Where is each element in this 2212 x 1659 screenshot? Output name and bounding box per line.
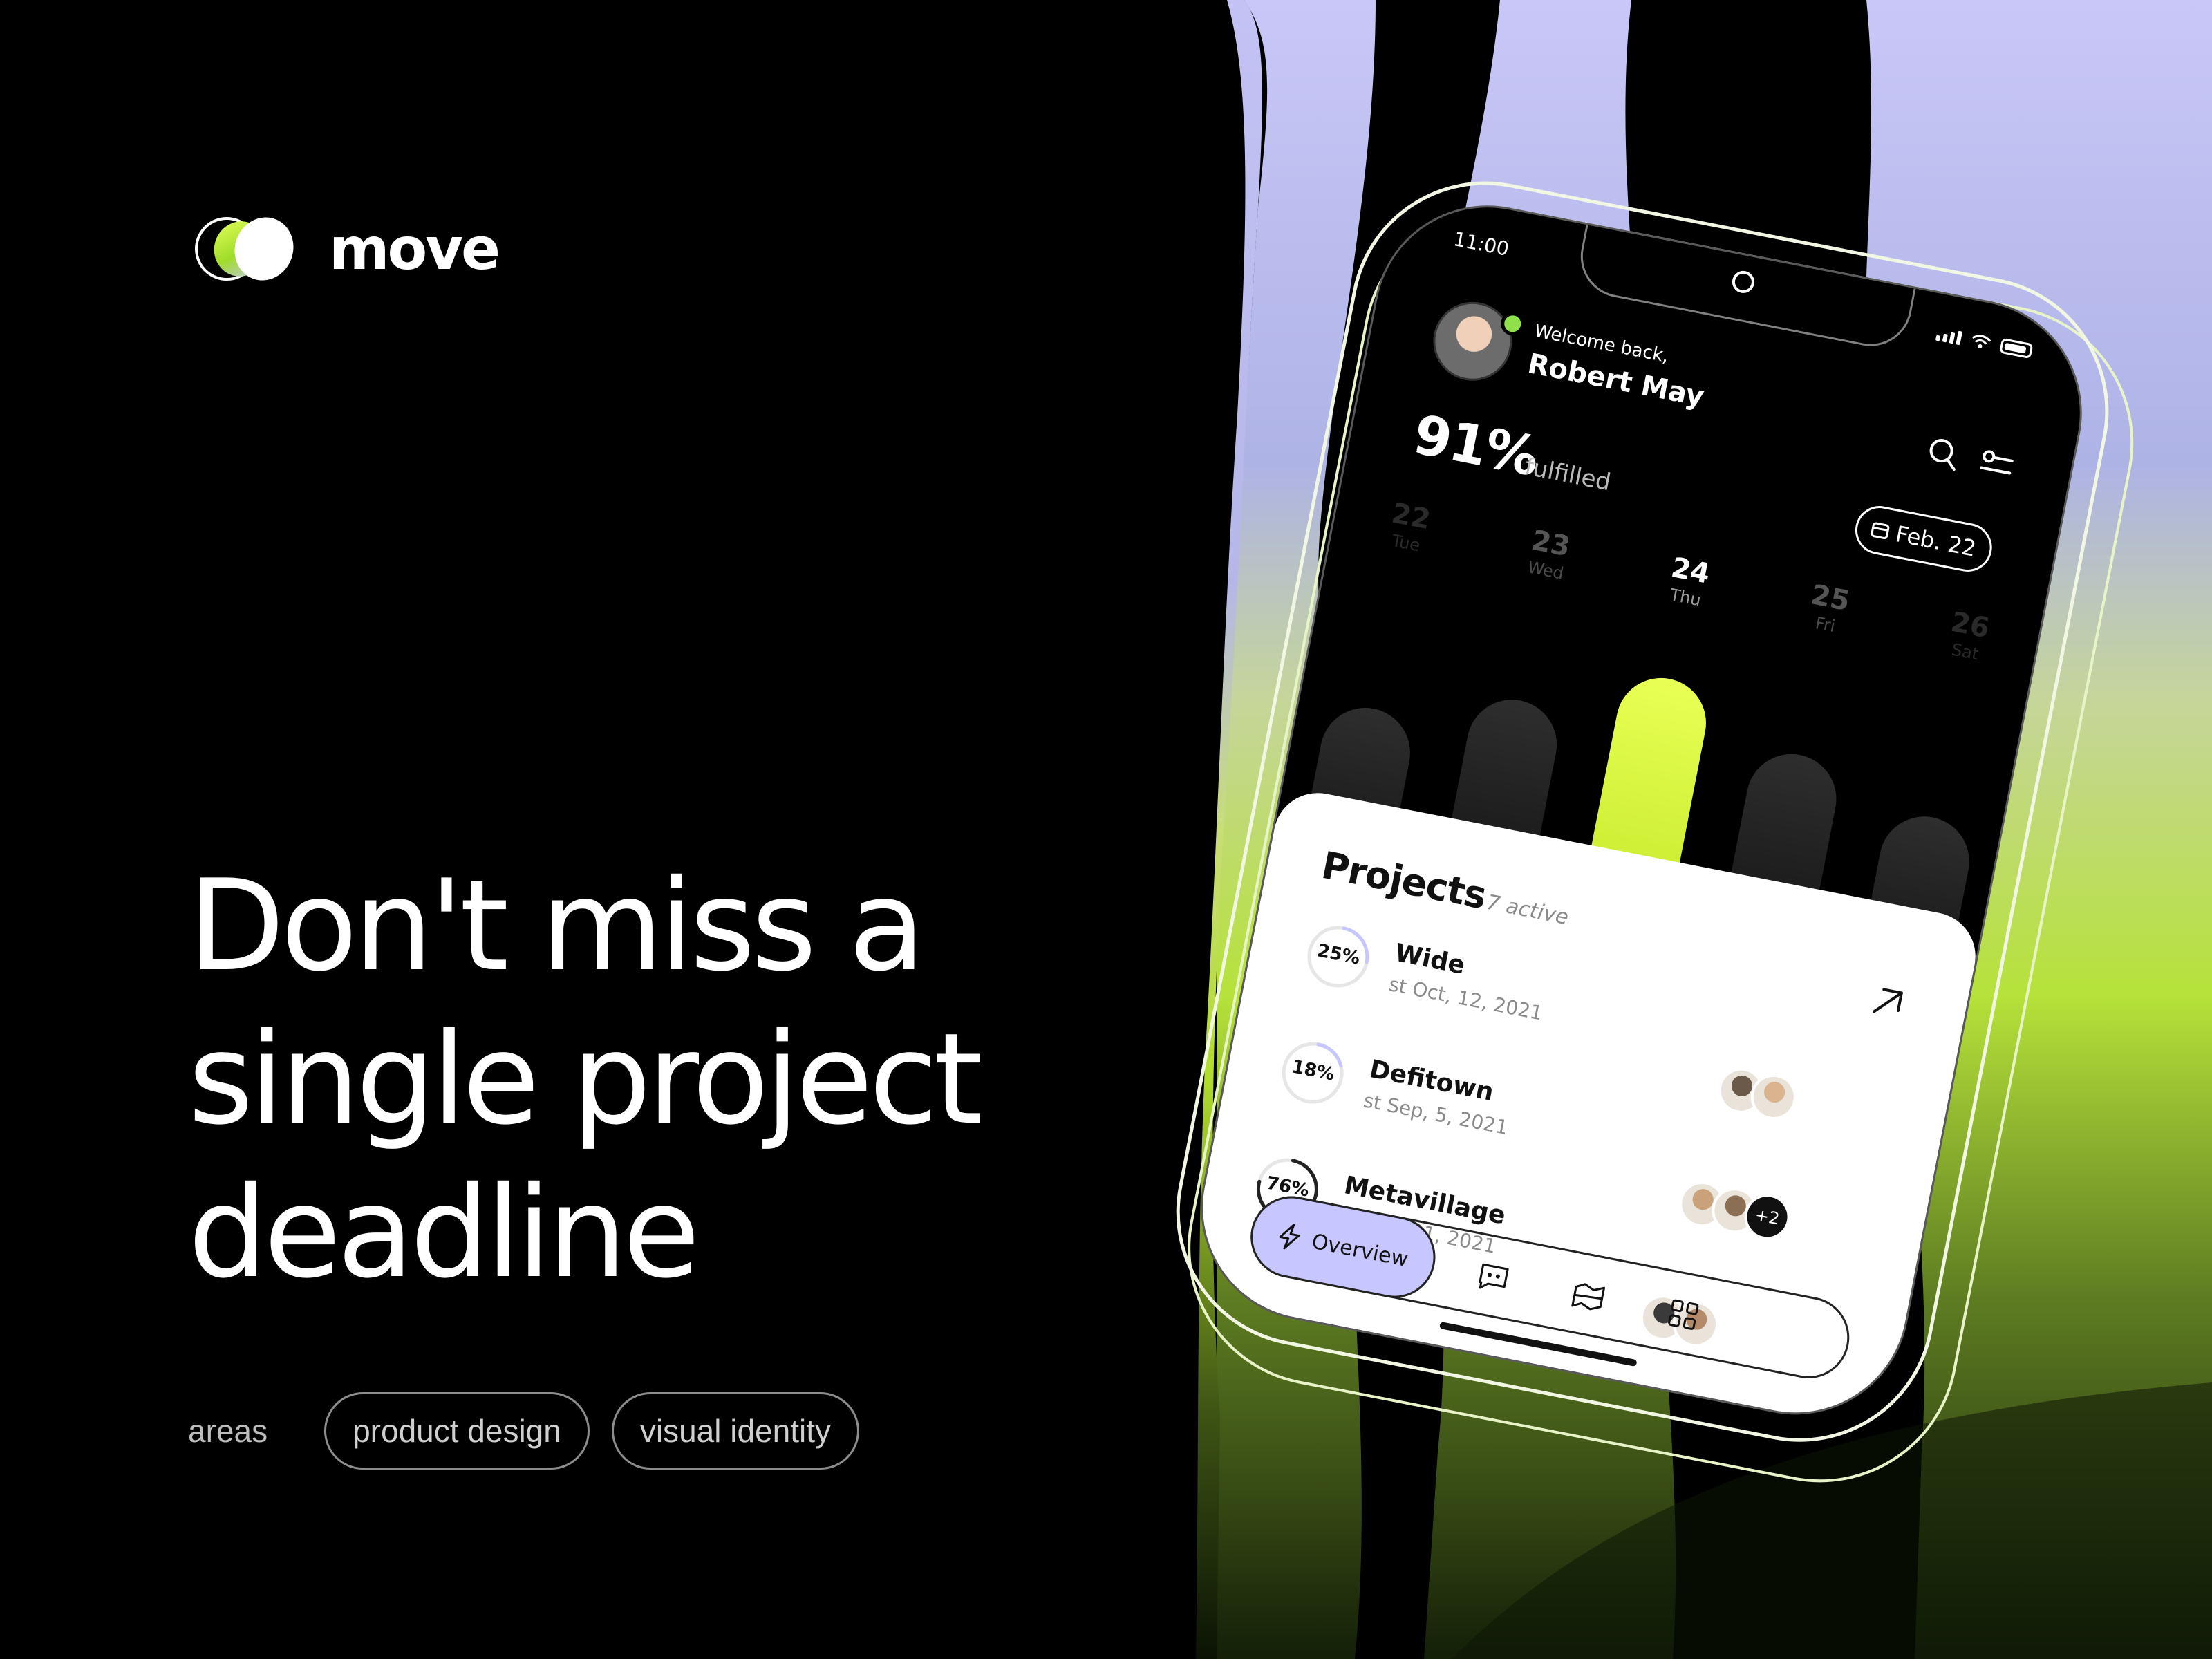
calendar-icon [1871, 522, 1890, 540]
logo-mark-icon [195, 217, 294, 281]
search-icon[interactable] [1922, 432, 1965, 476]
day-item[interactable]: 25 Fri [1770, 572, 1886, 644]
day-item[interactable]: 23 Wed [1491, 518, 1607, 590]
day-item[interactable]: 22 Tue [1351, 491, 1468, 563]
chat-icon[interactable] [1474, 1258, 1512, 1297]
wifi-icon [1971, 335, 1991, 348]
brand-name: move [329, 215, 500, 283]
date-pill-label: Feb. 22 [1893, 521, 1978, 562]
arrow-up-right-icon[interactable] [1869, 984, 1906, 1021]
battery-icon [1999, 337, 2034, 359]
brand-logo[interactable]: move [188, 212, 500, 286]
project-name: Wide [1392, 939, 1468, 980]
page: move Don't miss a single project deadlin… [0, 0, 2212, 1659]
map-icon[interactable] [1569, 1277, 1608, 1315]
projects-title: Projects [1318, 843, 1490, 918]
grid-icon[interactable] [1664, 1295, 1703, 1334]
tab-overview-label: Overview [1309, 1229, 1411, 1272]
day-item[interactable]: 26 Sat [1910, 599, 2026, 671]
projects-count: 7 active [1484, 890, 1571, 930]
signal-icon [1935, 326, 1963, 346]
camera-icon [1730, 269, 1756, 295]
day-item[interactable]: 24 Thu [1631, 545, 1747, 617]
headline-line-1: Don't miss a [188, 852, 926, 999]
fulfilled-label: fulfilled [1522, 452, 1613, 497]
user-avatar[interactable] [1426, 294, 1519, 388]
bolt-icon [1279, 1224, 1300, 1250]
date-picker-button[interactable]: Feb. 22 [1850, 502, 1996, 576]
tag-visual-identity[interactable]: visual identity [611, 1392, 859, 1470]
headline-line-3: deadline [188, 1159, 700, 1306]
team-avatars[interactable] [1714, 1064, 1801, 1124]
filter-icon[interactable] [1975, 442, 2018, 486]
team-avatars[interactable]: +2 [1675, 1177, 1794, 1244]
headline-line-2: single project [188, 1006, 983, 1152]
project-date: st Oct, 12, 2021 [1387, 973, 1545, 1025]
status-icons [1935, 326, 2034, 359]
tag-product-design[interactable]: product design [324, 1392, 590, 1470]
user-name: Robert May [1525, 348, 1707, 413]
areas-row: areas product design visual identity [188, 1392, 881, 1470]
status-time: 11:00 [1452, 227, 1511, 261]
hero-headline: Don't miss a single project deadline [188, 849, 1121, 1309]
areas-label: areas [188, 1413, 268, 1449]
